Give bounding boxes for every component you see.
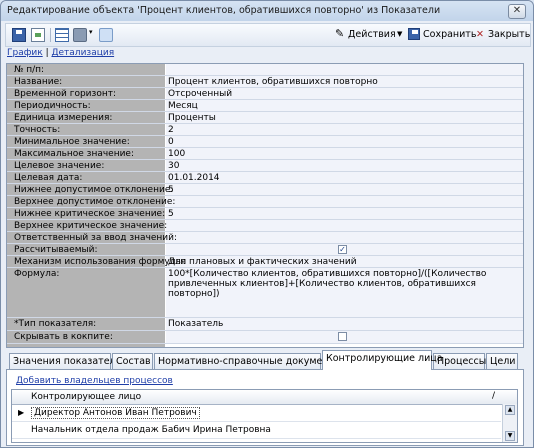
formula-value[interactable]: 100*[Количество клиентов, обратившихся п… [168, 269, 517, 299]
property-value[interactable]: Процент клиентов, обратившихся повторно [168, 77, 517, 87]
property-row[interactable]: Нижнее допустимое отклонение: 5 [7, 184, 523, 196]
scroll-down-arrow-icon[interactable]: ▼ [505, 431, 515, 441]
property-label: Рассчитываемый: [14, 245, 98, 255]
controlling-persons-table: Контролирующее лицо / ▶ Директор Антонов… [11, 389, 518, 443]
property-value[interactable]: 5 [168, 209, 517, 219]
print-dropdown-arrow-icon[interactable]: ▾ [89, 28, 93, 36]
property-value[interactable]: Отсроченный [168, 89, 517, 99]
title-bar[interactable]: Редактирование объекта 'Процент клиентов… [1, 1, 533, 21]
document-icon[interactable] [31, 28, 45, 42]
property-label: Точность: [14, 125, 61, 135]
property-label: Единица измерения: [14, 113, 113, 123]
property-value[interactable]: Показатель [168, 319, 517, 329]
table-row[interactable]: Начальник отдела продаж Бабич Ирина Петр… [12, 422, 501, 439]
property-row[interactable]: Минимальное значение: 0 [7, 136, 523, 148]
column-header-controlling-person[interactable]: Контролирующее лицо [31, 392, 141, 402]
property-row[interactable]: Ответственный за ввод значений: [7, 232, 523, 244]
table-icon[interactable] [55, 28, 69, 42]
property-row[interactable]: *Тип показателя: Показатель [7, 318, 523, 331]
property-label: Название: [14, 77, 63, 87]
property-label: Целевая дата: [14, 173, 83, 183]
table-cell[interactable]: Директор Антонов Иван Петрович [31, 407, 200, 419]
detail-link[interactable]: Детализация [51, 48, 114, 58]
window-close-button[interactable]: ✕ [508, 4, 526, 19]
property-row[interactable]: Механизм использования формулы: Для плано… [7, 256, 523, 268]
close-icon: ✕ [476, 29, 484, 40]
controlling-persons-panel: Добавить владельцев процессов Контролиру… [6, 369, 524, 446]
property-label: Целевое значение: [14, 161, 105, 171]
scroll-up-arrow-icon[interactable]: ▲ [505, 405, 515, 415]
table-row[interactable]: ▶ Директор Антонов Иван Петрович [12, 405, 501, 422]
property-row[interactable]: Верхнее критическое значение: [7, 220, 523, 232]
view-links: График | Детализация [7, 48, 114, 58]
actions-dropdown-arrow-icon[interactable]: ▼ [397, 30, 402, 38]
property-row[interactable]: Рассчитываемый: ✓ [7, 244, 523, 256]
save-icon[interactable] [12, 28, 26, 42]
property-value[interactable]: 2 [168, 125, 517, 135]
save-button-icon [408, 28, 420, 40]
property-row[interactable]: Периодичность: Месяц [7, 100, 523, 112]
property-row[interactable]: Формула: 100*[Количество клиентов, обрати… [7, 268, 523, 318]
property-label: Скрывать в кокпите: [14, 332, 113, 342]
toolbar: ▾ ✎ Действия ▼ Сохранить ✕ Закрыть [5, 23, 531, 47]
property-label: № п/п: [14, 65, 45, 75]
table-header[interactable]: Контролирующее лицо / [12, 390, 517, 405]
property-label: Минимальное значение: [14, 137, 130, 147]
property-label: Нижнее критическое значение: [14, 209, 166, 219]
tab-indicator-values[interactable]: Значения показателя [9, 353, 121, 369]
chart-link[interactable]: График [7, 48, 43, 58]
property-value[interactable]: 01.01.2014 [168, 173, 517, 183]
tab-strip: Значения показателя Состав Нормативно-сп… [6, 350, 526, 370]
tab-goals[interactable]: Цели [486, 353, 518, 369]
property-label: Нижнее допустимое отклонение: [14, 185, 174, 195]
window-title: Редактирование объекта 'Процент клиентов… [7, 5, 441, 16]
toolbar-separator [50, 28, 51, 42]
property-grid: № п/п: Название: Процент клиентов, обрати… [6, 63, 524, 348]
property-label: Верхнее критическое значение: [14, 221, 168, 231]
property-row[interactable]: Временной горизонт: Отсроченный [7, 88, 523, 100]
property-value[interactable]: 30 [168, 161, 517, 171]
property-row[interactable]: Точность: 2 [7, 124, 523, 136]
tab-reference-documents[interactable]: Нормативно-справочные документы [154, 353, 342, 369]
property-row[interactable]: Целевое значение: 30 [7, 160, 523, 172]
print-icon[interactable] [73, 28, 87, 42]
tab-controlling-persons[interactable]: Контролирующие лица [322, 350, 443, 370]
property-label: Верхнее допустимое отклонение: [14, 197, 176, 207]
property-row[interactable]: Верхнее допустимое отклонение: [7, 196, 523, 208]
calculated-checkbox[interactable]: ✓ [338, 245, 347, 254]
property-label: Временной горизонт: [14, 89, 116, 99]
link-icon[interactable] [99, 28, 113, 42]
property-row[interactable]: Максимальное значение: 100 [7, 148, 523, 160]
table-cell[interactable]: Начальник отдела продаж Бабич Ирина Петр… [31, 425, 271, 435]
property-value[interactable]: Месяц [168, 101, 517, 111]
vertical-scrollbar[interactable]: ▲ ▼ [502, 404, 517, 442]
property-label: *Тип показателя: [14, 319, 97, 329]
property-value[interactable]: Проценты [168, 113, 517, 123]
sort-indicator: / [491, 391, 495, 401]
tab-composition[interactable]: Состав [112, 353, 153, 369]
property-label: Формула: [14, 269, 60, 279]
close-button[interactable]: Закрыть [488, 29, 530, 40]
property-row[interactable]: Единица измерения: Проценты [7, 112, 523, 124]
property-value[interactable]: Для плановых и фактических значений [168, 257, 517, 267]
property-label: Ответственный за ввод значений: [14, 233, 178, 243]
property-row[interactable]: Целевая дата: 01.01.2014 [7, 172, 523, 184]
property-value[interactable]: 5 [168, 185, 517, 195]
actions-menu-button[interactable]: Действия [348, 29, 396, 40]
property-value[interactable]: 100 [168, 149, 517, 159]
hide-in-cockpit-checkbox[interactable] [338, 332, 347, 341]
property-label: Максимальное значение: [14, 149, 135, 159]
property-row[interactable]: Нижнее критическое значение: 5 [7, 208, 523, 220]
property-label: Механизм использования формулы: [14, 257, 186, 267]
edit-object-window: Редактирование объекта 'Процент клиентов… [0, 0, 534, 448]
property-row[interactable]: Скрывать в кокпите: [7, 331, 523, 344]
add-process-owners-link[interactable]: Добавить владельцев процессов [16, 376, 173, 386]
property-value[interactable]: 0 [168, 137, 517, 147]
actions-icon: ✎ [335, 27, 345, 40]
property-row[interactable]: Название: Процент клиентов, обратившихся … [7, 76, 523, 88]
property-row[interactable]: № п/п: [7, 64, 523, 76]
save-button[interactable]: Сохранить [423, 29, 476, 40]
current-row-indicator-icon: ▶ [18, 408, 25, 417]
property-label: Периодичность: [14, 101, 91, 111]
